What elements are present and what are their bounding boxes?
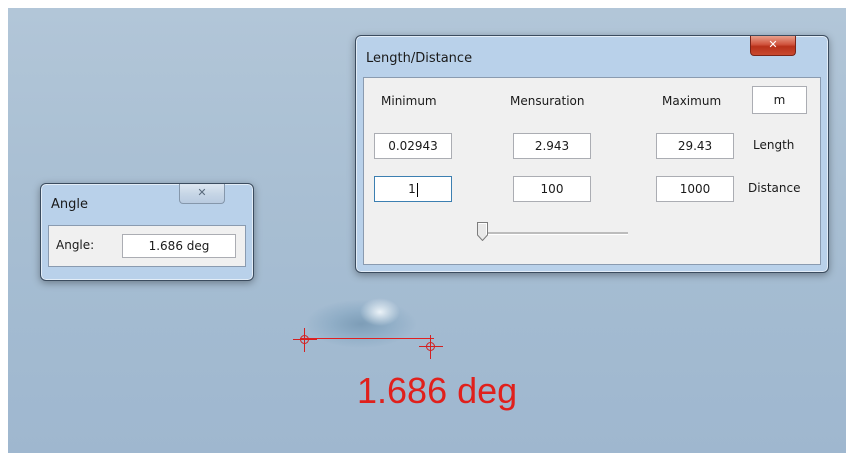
angle-window-close-button[interactable]: ✕ bbox=[179, 184, 225, 204]
angle-window: Angle ✕ Angle: 1.686 deg bbox=[40, 183, 254, 281]
maximum-header: Maximum bbox=[662, 94, 722, 108]
distance-slider-thumb[interactable] bbox=[477, 222, 488, 241]
length-distance-titlebar[interactable]: Length/Distance ✕ bbox=[356, 36, 828, 66]
unit-field[interactable]: m bbox=[752, 86, 807, 114]
measurement-start-reticle-icon[interactable] bbox=[293, 328, 317, 352]
close-icon: ✕ bbox=[768, 38, 778, 51]
length-distance-close-button[interactable]: ✕ bbox=[750, 36, 796, 56]
distance-minimum-field[interactable]: 1 bbox=[374, 176, 452, 202]
angle-window-title: Angle bbox=[51, 197, 88, 212]
length-row-label: Length bbox=[753, 138, 795, 152]
length-distance-title: Length/Distance bbox=[366, 51, 473, 66]
length-minimum-field[interactable]: 0.02943 bbox=[374, 133, 452, 159]
angle-overlay-label: 1.686 deg bbox=[357, 370, 518, 411]
minimum-header: Minimum bbox=[381, 94, 437, 108]
text-caret bbox=[416, 182, 418, 197]
measurement-line bbox=[300, 338, 434, 339]
length-mensuration-field[interactable]: 2.943 bbox=[513, 133, 591, 159]
mensuration-header: Mensuration bbox=[510, 94, 585, 108]
close-icon: ✕ bbox=[197, 186, 207, 199]
distance-maximum-field[interactable]: 1000 bbox=[656, 176, 734, 202]
angle-value-field[interactable]: 1.686 deg bbox=[122, 234, 236, 258]
distance-row-label: Distance bbox=[748, 181, 801, 195]
length-maximum-field[interactable]: 29.43 bbox=[656, 133, 734, 159]
angle-window-titlebar[interactable]: Angle ✕ bbox=[41, 184, 253, 212]
target-object bbox=[306, 296, 416, 348]
angle-window-client: Angle: 1.686 deg bbox=[48, 225, 246, 267]
angle-label: Angle: bbox=[56, 238, 95, 252]
measurement-end-reticle-icon[interactable] bbox=[419, 335, 443, 359]
distance-minimum-value: 1 bbox=[408, 182, 416, 196]
distance-slider-track[interactable] bbox=[482, 232, 628, 235]
distance-mensuration-field[interactable]: 100 bbox=[513, 176, 591, 202]
